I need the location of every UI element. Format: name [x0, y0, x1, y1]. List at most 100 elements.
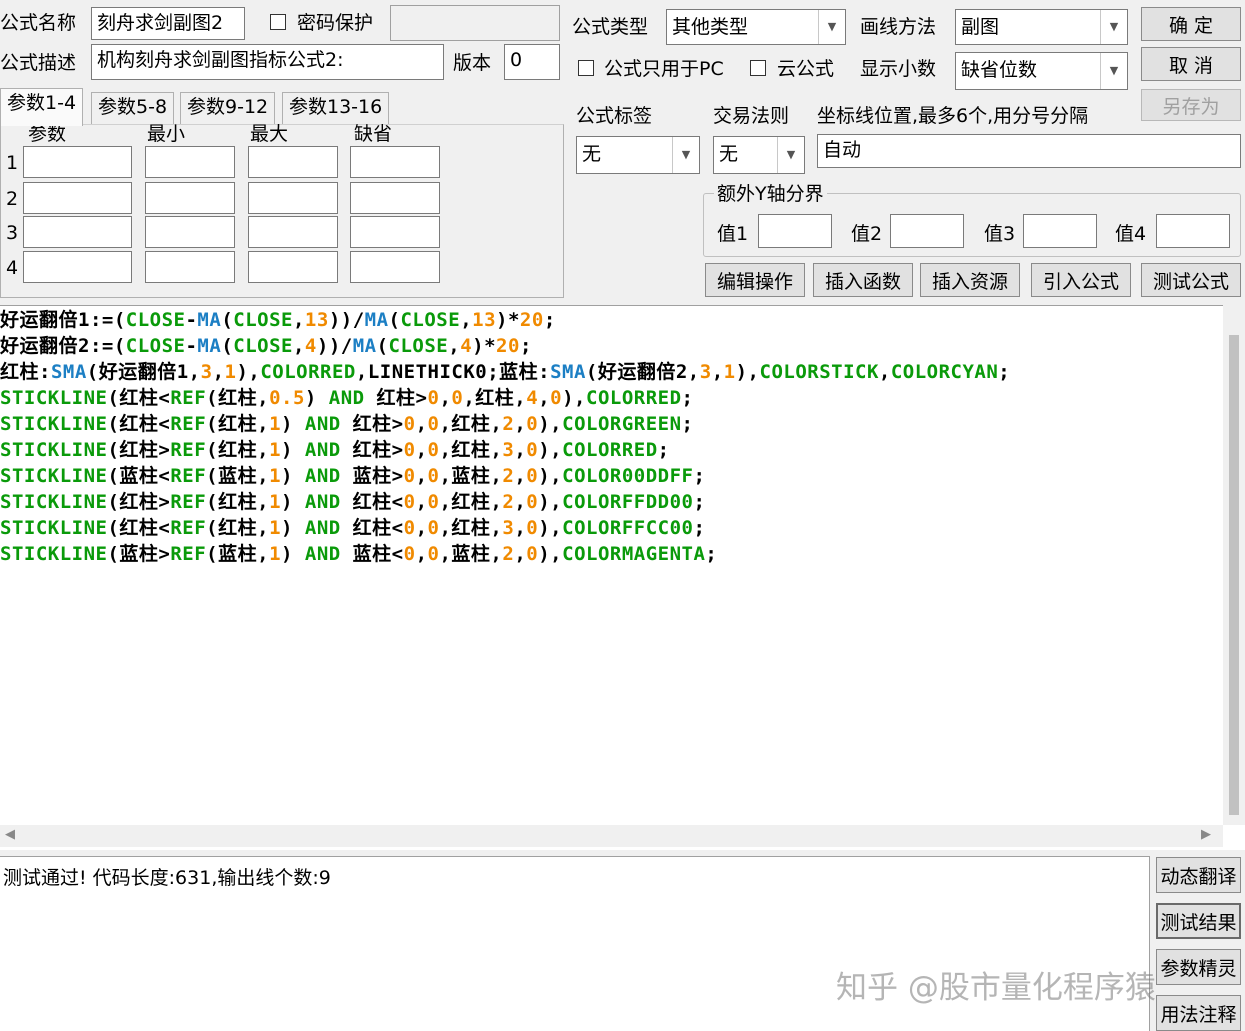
value4-label: 值4	[1115, 223, 1147, 245]
value1-input[interactable]	[758, 214, 832, 248]
code-line: 红柱:SMA(好运翻倍1,3,1),COLORRED,LINETHICK0;蓝柱…	[0, 361, 1011, 383]
dynamic-translate-button[interactable]: 动态翻译	[1156, 857, 1241, 893]
tab-params-5-8[interactable]: 参数5-8	[91, 92, 175, 124]
param-header-min: 最小	[147, 123, 186, 145]
scroll-left-icon[interactable]: ◀	[5, 827, 15, 842]
usage-notes-button[interactable]: 用法注释	[1156, 995, 1241, 1031]
ok-button[interactable]: 确 定	[1141, 7, 1241, 41]
password-label: 密码保护	[297, 12, 374, 34]
param-default-input[interactable]	[350, 216, 440, 248]
param-max-input[interactable]	[248, 146, 338, 178]
axis-line-input[interactable]: 自动	[817, 134, 1241, 168]
draw-method-select[interactable]: 副图 ▼	[955, 9, 1128, 45]
formula-tag-value: 无	[582, 143, 602, 165]
formula-type-select[interactable]: 其他类型 ▼	[666, 9, 846, 45]
formula-desc-label: 公式描述	[0, 52, 77, 74]
trade-rule-value: 无	[719, 143, 739, 165]
formula-name-label: 公式名称	[0, 12, 77, 34]
trade-rule-label: 交易法则	[713, 105, 790, 127]
param-header-max: 最大	[250, 123, 289, 145]
draw-method-value: 副图	[961, 16, 1000, 38]
draw-method-label: 画线方法	[860, 16, 937, 38]
value1-label: 值1	[717, 223, 749, 245]
password-checkbox[interactable]	[270, 14, 286, 30]
tab-params-1-4[interactable]: 参数1-4	[0, 88, 84, 126]
code-editor[interactable]: 好运翻倍1:=(CLOSE-MA(CLOSE,13))/MA(CLOSE,13)…	[0, 305, 1245, 850]
test-result-button[interactable]: 测试结果	[1156, 903, 1241, 939]
code-line: STICKLINE(蓝柱>REF(蓝柱,1) AND 蓝柱<0,0,蓝柱,2,0…	[0, 543, 718, 565]
insert-function-button[interactable]: 插入函数	[813, 263, 913, 297]
extra-y-axis-title: 额外Y轴分界	[714, 182, 827, 206]
cloud-checkbox[interactable]	[750, 60, 766, 76]
formula-type-label: 公式类型	[572, 16, 649, 38]
chevron-down-icon: ▼	[1100, 10, 1127, 44]
param-min-input[interactable]	[145, 216, 235, 248]
insert-resource-button[interactable]: 插入资源	[920, 263, 1020, 297]
code-line: 好运翻倍1:=(CLOSE-MA(CLOSE,13))/MA(CLOSE,13)…	[0, 309, 556, 331]
test-formula-button[interactable]: 测试公式	[1141, 263, 1241, 297]
formula-tag-select[interactable]: 无 ▼	[576, 136, 700, 174]
vertical-scroll-thumb[interactable]	[1229, 335, 1239, 815]
save-as-button: 另存为	[1141, 89, 1241, 121]
param-name-input[interactable]	[23, 182, 132, 214]
param-min-input[interactable]	[145, 146, 235, 178]
param-min-input[interactable]	[145, 251, 235, 283]
tab-params-13-16[interactable]: 参数13-16	[282, 92, 390, 124]
trade-rule-select[interactable]: 无 ▼	[713, 136, 805, 174]
value4-input[interactable]	[1156, 214, 1230, 248]
param-default-input[interactable]	[350, 182, 440, 214]
code-line: STICKLINE(红柱<REF(红柱,1) AND 红柱<0,0,红柱,3,0…	[0, 517, 706, 539]
param-row-number: 1	[6, 152, 19, 174]
code-line: STICKLINE(红柱>REF(红柱,1) AND 红柱<0,0,红柱,2,0…	[0, 491, 706, 513]
code-line: STICKLINE(蓝柱<REF(蓝柱,1) AND 蓝柱>0,0,蓝柱,2,0…	[0, 465, 706, 487]
param-name-input[interactable]	[23, 146, 132, 178]
param-min-input[interactable]	[145, 182, 235, 214]
param-row-number: 2	[6, 188, 19, 210]
password-input	[390, 5, 560, 41]
decimals-label: 显示小数	[860, 58, 937, 80]
decimals-select[interactable]: 缺省位数 ▼	[955, 52, 1128, 90]
code-line: STICKLINE(红柱<REF(红柱,1) AND 红柱>0,0,红柱,2,0…	[0, 413, 694, 435]
value3-label: 值3	[984, 223, 1016, 245]
pc-only-label: 公式只用于PC	[604, 58, 724, 80]
formula-desc-input[interactable]: 机构刻舟求剑副图指标公式2:	[91, 44, 444, 80]
value2-input[interactable]	[890, 214, 964, 248]
param-name-input[interactable]	[23, 216, 132, 248]
scroll-right-icon[interactable]: ▶	[1201, 827, 1211, 842]
pc-only-checkbox[interactable]	[578, 60, 594, 76]
axis-line-label: 坐标线位置,最多6个,用分号分隔	[817, 105, 1089, 127]
chevron-down-icon: ▼	[1100, 53, 1127, 89]
param-max-input[interactable]	[248, 216, 338, 248]
formula-type-value: 其他类型	[672, 16, 749, 38]
edit-operation-button[interactable]: 编辑操作	[705, 263, 805, 297]
code-line: STICKLINE(红柱<REF(红柱,0.5) AND 红柱>0,0,红柱,4…	[0, 387, 694, 409]
version-input[interactable]: 0	[504, 44, 560, 80]
chevron-down-icon: ▼	[777, 137, 804, 173]
param-wizard-button[interactable]: 参数精灵	[1156, 949, 1241, 985]
code-line: STICKLINE(红柱>REF(红柱,1) AND 红柱>0,0,红柱,3,0…	[0, 439, 670, 461]
value2-label: 值2	[851, 223, 883, 245]
value3-input[interactable]	[1023, 214, 1097, 248]
param-max-input[interactable]	[248, 251, 338, 283]
version-label: 版本	[453, 52, 492, 74]
param-max-input[interactable]	[248, 182, 338, 214]
param-row-number: 4	[6, 257, 19, 279]
param-default-input[interactable]	[350, 146, 440, 178]
param-name-input[interactable]	[23, 251, 132, 283]
cancel-button[interactable]: 取 消	[1141, 47, 1241, 81]
chevron-down-icon: ▼	[672, 137, 699, 173]
formula-tag-label: 公式标签	[576, 105, 653, 127]
formula-name-input[interactable]: 刻舟求剑副图2	[91, 7, 245, 40]
horizontal-scrollbar[interactable]: ◀ ▶	[0, 825, 1223, 847]
param-row-number: 3	[6, 222, 19, 244]
chevron-down-icon: ▼	[818, 10, 845, 44]
decimals-value: 缺省位数	[961, 59, 1038, 81]
import-formula-button[interactable]: 引入公式	[1031, 263, 1131, 297]
code-line: 好运翻倍2:=(CLOSE-MA(CLOSE,4))/MA(CLOSE,4)*2…	[0, 335, 532, 357]
test-output-text: 测试通过! 代码长度:631,输出线个数:9	[3, 867, 331, 889]
param-header-default: 缺省	[354, 123, 393, 145]
tab-params-9-12[interactable]: 参数9-12	[180, 92, 276, 124]
param-default-input[interactable]	[350, 251, 440, 283]
cloud-label: 云公式	[777, 58, 835, 80]
watermark-text: 知乎 @股市量化程序猿	[836, 970, 1156, 1006]
